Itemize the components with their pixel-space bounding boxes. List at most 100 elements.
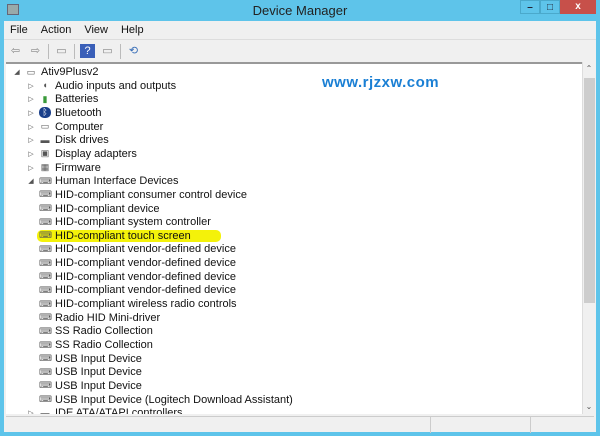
tree-item[interactable]: ⌨ Radio HID Mini-driver <box>39 311 160 325</box>
window-frame: File Action View Help ⇦ ⇨ ▭ ? ▭ ⟲ ◢ ▭ Ativ… <box>4 21 596 433</box>
tree-item-label: Radio HID Mini-driver <box>55 311 161 324</box>
tree-item[interactable]: ⌨ SS Radio Collection <box>39 338 153 352</box>
help-icon[interactable]: ? <box>80 44 95 58</box>
scan-hardware-icon[interactable]: ⟲ <box>126 44 141 58</box>
tree-item[interactable]: ⌨ USB Input Device <box>39 352 142 366</box>
tree-item-label: Disk drives <box>55 134 109 147</box>
tree-item-label: HID-compliant consumer control device <box>55 188 247 201</box>
toolbar-separator <box>74 43 75 59</box>
ide-icon: ▬ <box>40 407 50 414</box>
toolbar-separator <box>48 43 49 59</box>
hid-icon: ⌨ <box>39 353 52 364</box>
menu-bar: File Action View Help <box>4 21 596 40</box>
tree-item[interactable]: ▷ ᛒ Bluetooth <box>26 106 101 120</box>
scroll-down-button[interactable]: ⌄ <box>583 400 595 414</box>
tree-item[interactable]: ▷ ◖ Audio inputs and outputs <box>26 79 176 93</box>
tree-item[interactable]: ▷ ▬ Disk drives <box>26 133 109 147</box>
speaker-icon: ◖ <box>42 80 48 91</box>
computer-icon: ▭ <box>40 121 50 132</box>
tree-item[interactable]: ▷ ▦ Firmware <box>26 161 101 175</box>
forward-icon[interactable]: ⇨ <box>28 44 43 58</box>
tree-item-label: USB Input Device <box>55 366 142 379</box>
menu-help[interactable]: Help <box>121 24 144 36</box>
tree-item[interactable]: ▷ ▣ Display adapters <box>26 147 137 161</box>
tree-item[interactable]: ⌨ HID-compliant consumer control device <box>39 188 247 202</box>
tree-item[interactable]: ⌨ HID-compliant vendor-defined device <box>39 242 236 256</box>
hid-icon: ⌨ <box>39 394 52 405</box>
expand-icon[interactable]: ▷ <box>26 409 36 414</box>
hid-icon: ⌨ <box>39 257 52 268</box>
tree-item[interactable]: ⌨ HID-compliant touch screen <box>37 229 221 243</box>
tree-item[interactable]: ⌨ HID-compliant vendor-defined device <box>39 270 236 284</box>
tree-item[interactable]: ⌨ USB Input Device (Logitech Download Ass… <box>39 393 293 407</box>
update-driver-icon[interactable]: ▭ <box>100 44 115 58</box>
close-button[interactable]: x <box>560 0 596 14</box>
tree-item[interactable]: ◢ ⌨ Human Interface Devices <box>26 174 179 188</box>
scroll-thumb[interactable] <box>584 78 595 303</box>
tree-item-label: IDE ATA/ATAPI controllers <box>55 407 183 414</box>
tree-item-label: SS Radio Collection <box>55 339 153 351</box>
tree-item-label: HID-compliant vendor-defined device <box>55 284 236 297</box>
tree-item-label: Bluetooth <box>55 106 102 119</box>
hid-icon: ⌨ <box>39 243 52 254</box>
battery-icon: ▮ <box>42 93 48 104</box>
tree-item-label: Batteries <box>55 93 99 106</box>
tree-item[interactable]: ⌨ HID-compliant device <box>39 202 160 216</box>
tree-item-label: USB Input Device <box>55 379 142 392</box>
title-bar: Device Manager – □ x <box>0 0 600 21</box>
tree-item-label: Display adapters <box>55 147 137 160</box>
back-icon[interactable]: ⇦ <box>8 44 23 58</box>
expand-icon[interactable]: ▷ <box>26 136 36 144</box>
status-pane <box>430 417 530 433</box>
expand-icon[interactable]: ▷ <box>26 123 36 131</box>
tree-item[interactable]: ⌨ USB Input Device <box>39 379 142 393</box>
tree-item-label: Audio inputs and outputs <box>55 79 177 92</box>
tree-item-label: Computer <box>55 120 104 133</box>
hid-icon: ⌨ <box>39 339 52 350</box>
tree-item-label: USB Input Device <box>55 352 142 365</box>
expand-icon[interactable]: ▷ <box>26 164 36 172</box>
expand-icon[interactable]: ▷ <box>26 150 36 158</box>
tree-item[interactable]: ⌨ HID-compliant vendor-defined device <box>39 256 236 270</box>
hid-icon: ⌨ <box>39 216 52 227</box>
tree-item[interactable]: ⌨ USB Input Device <box>39 365 142 379</box>
menu-view[interactable]: View <box>84 24 108 36</box>
expand-icon[interactable]: ▷ <box>26 95 36 103</box>
hid-icon: ⌨ <box>39 380 52 391</box>
scroll-up-button[interactable]: ⌃ <box>583 62 595 76</box>
device-tree: ◢ ▭ Ativ9Plusv2 ▷ ◖ Audio inputs and outputs ▷… <box>6 62 582 414</box>
tree-item-label: USB Input Device (Logitech Download Assi… <box>55 393 293 406</box>
hid-icon: ⌨ <box>39 312 52 323</box>
tree-item-label: HID-compliant vendor-defined device <box>55 243 236 256</box>
tree-item-label: Human Interface Devices <box>55 175 179 188</box>
tree-item[interactable]: ⌨ HID-compliant wireless radio controls <box>39 297 237 311</box>
hid-icon: ⌨ <box>39 325 52 336</box>
tree-item[interactable]: ⌨ HID-compliant vendor-defined device <box>39 283 236 297</box>
properties-icon[interactable]: ▭ <box>54 44 69 58</box>
menu-action[interactable]: Action <box>41 24 72 36</box>
minimize-button[interactable]: – <box>520 0 540 14</box>
expand-icon[interactable]: ▷ <box>26 82 36 90</box>
tree-item-label: HID-compliant touch screen <box>55 229 191 242</box>
tree-item[interactable]: ▷ ▮ Batteries <box>26 92 98 106</box>
window-title: Device Manager <box>252 3 348 18</box>
tree-item[interactable]: ⌨ SS Radio Collection <box>39 324 153 338</box>
disk-icon: ▬ <box>40 134 50 145</box>
tree-item-label: HID-compliant vendor-defined device <box>55 270 236 283</box>
vertical-scrollbar[interactable]: ⌃ ⌄ <box>582 62 595 414</box>
hid-icon: ⌨ <box>39 203 52 213</box>
tree-item[interactable]: ⌨ HID-compliant system controller <box>39 215 211 229</box>
collapse-icon[interactable]: ◢ <box>26 177 36 185</box>
collapse-icon[interactable]: ◢ <box>12 68 22 76</box>
tree-item[interactable]: ▷ ▭ Computer <box>26 120 103 134</box>
menu-file[interactable]: File <box>10 24 28 36</box>
firmware-icon: ▦ <box>40 162 50 173</box>
status-bar <box>6 416 594 433</box>
hid-icon: ⌨ <box>39 298 52 309</box>
tree-item-label: HID-compliant system controller <box>55 216 211 229</box>
tree-item[interactable]: ◢ ▭ Ativ9Plusv2 <box>12 65 98 79</box>
expand-icon[interactable]: ▷ <box>26 109 36 117</box>
tree-item-label: SS Radio Collection <box>55 325 153 338</box>
maximize-button[interactable]: □ <box>540 0 560 14</box>
tree-item[interactable]: ▷ ▬ IDE ATA/ATAPI controllers <box>26 406 183 414</box>
